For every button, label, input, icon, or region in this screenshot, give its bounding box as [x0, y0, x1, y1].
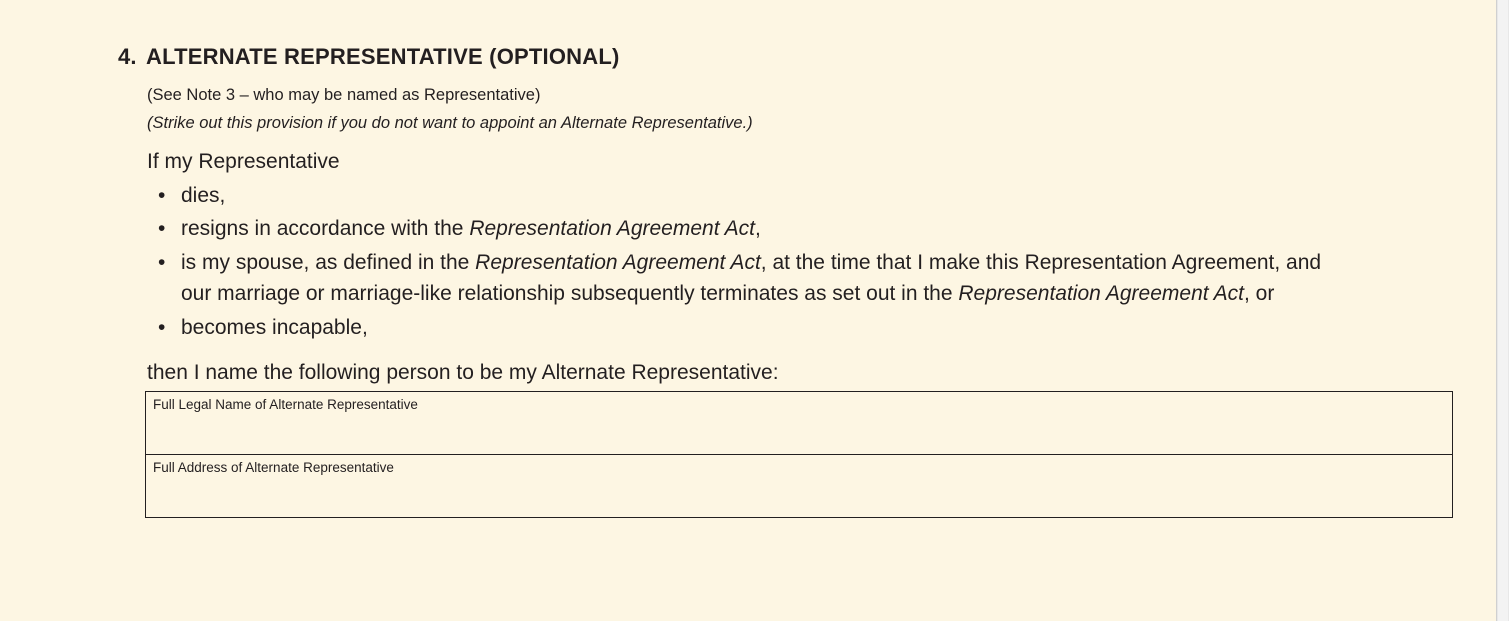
section-heading: 4. ALTERNATE REPRESENTATIVE (OPTIONAL): [118, 44, 619, 70]
bullet-spouse-continued: our marriage or marriage-like relationsh…: [181, 282, 1274, 306]
strike-out-instruction: (Strike out this provision if you do not…: [147, 114, 753, 132]
section-title: ALTERNATE REPRESENTATIVE (OPTIONAL): [146, 44, 620, 69]
bullet-text-segment: , or: [1244, 282, 1275, 305]
document-page: { "section": { "number": "4.", "title": …: [0, 0, 1509, 621]
act-reference: Representation Agreement Act: [958, 282, 1244, 305]
full-address-input[interactable]: [153, 481, 1445, 513]
bullet-marker: •: [158, 184, 166, 207]
bullet-text-segment: , at the time that I make this Represent…: [760, 251, 1322, 274]
condition-intro: If my Representative: [147, 150, 340, 173]
scrollbar[interactable]: [1496, 0, 1509, 621]
address-field-label: Full Address of Alternate Representative: [153, 460, 394, 475]
bullet-text-segment: ,: [754, 217, 761, 240]
bullet-text-segment: resigns in accordance with the: [181, 217, 470, 240]
section-note: (See Note 3 – who may be named as Repres…: [147, 86, 541, 104]
name-field-row: Full Legal Name of Alternate Representat…: [146, 392, 1452, 455]
bullet-marker: •: [158, 217, 166, 240]
bullet-resigns: resigns in accordance with the Represent…: [181, 217, 761, 241]
full-legal-name-input[interactable]: [153, 418, 1445, 450]
appointment-statement: then I name the following person to be m…: [147, 361, 779, 384]
address-field-row: Full Address of Alternate Representative: [146, 455, 1452, 517]
bullet-text-segment: is my spouse, as defined in the: [181, 251, 476, 274]
bullet-marker: •: [158, 251, 166, 274]
name-field-label: Full Legal Name of Alternate Representat…: [153, 397, 418, 412]
act-reference: Representation Agreement Act: [475, 251, 761, 274]
bullet-dies: dies,: [181, 184, 226, 207]
alternate-representative-form: Full Legal Name of Alternate Representat…: [145, 391, 1453, 518]
act-reference: Representation Agreement Act: [469, 217, 755, 240]
section-number: 4.: [118, 44, 137, 69]
bullet-spouse: is my spouse, as defined in the Represen…: [181, 251, 1321, 275]
bullet-text-segment: our marriage or marriage-like relationsh…: [181, 282, 959, 305]
scrollbar-thumb[interactable]: [1498, 0, 1508, 621]
bullet-incapable: becomes incapable,: [181, 316, 368, 339]
bullet-marker: •: [158, 316, 166, 339]
